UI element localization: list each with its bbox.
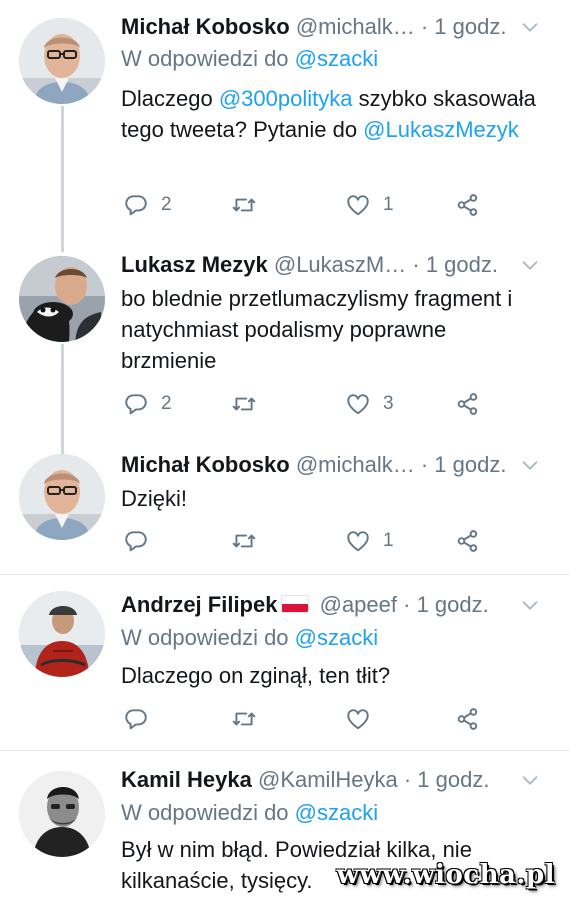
like-button[interactable]: 1 xyxy=(345,526,394,556)
retweet-button[interactable] xyxy=(231,526,257,556)
heart-icon xyxy=(345,528,371,554)
retweet-icon xyxy=(231,192,257,218)
chevron-down-icon[interactable] xyxy=(519,16,541,38)
retweet-button[interactable] xyxy=(231,389,257,419)
avatar[interactable] xyxy=(19,771,105,857)
separator-dot: · xyxy=(420,452,429,477)
chevron-down-icon[interactable] xyxy=(519,254,541,276)
mention-link[interactable]: @300polityka xyxy=(219,86,353,111)
avatar[interactable] xyxy=(19,18,105,104)
share-button[interactable] xyxy=(455,526,481,556)
author-handle[interactable]: @michalk… xyxy=(296,452,415,477)
author-handle[interactable]: @apeef xyxy=(320,592,397,617)
tweet-header: Andrzej Filipek @apeef · 1 godz. xyxy=(121,592,549,622)
share-button[interactable] xyxy=(455,190,481,220)
reply-context: W odpowiedzi do @szacki xyxy=(121,625,378,651)
tweet-header: Lukasz Mezyk @LukaszM… · 1 godz. xyxy=(121,252,549,282)
tweet-text: Dlaczego on zginął, ten tłit? xyxy=(121,663,391,688)
text-part: Dlaczego xyxy=(121,86,219,111)
reply-count: 2 xyxy=(161,194,172,215)
timestamp[interactable]: 1 godz. xyxy=(434,452,506,477)
reply-to-mention[interactable]: @szacki xyxy=(295,46,378,71)
tweet-text: Dlaczego @300polityka szybko skasowała t… xyxy=(121,83,551,145)
separator-dot: · xyxy=(412,252,420,277)
retweet-icon xyxy=(231,706,257,732)
author-name[interactable]: Michał Kobosko xyxy=(121,14,290,39)
share-button[interactable] xyxy=(455,389,481,419)
like-count: 3 xyxy=(383,393,394,414)
tweet[interactable]: Andrzej Filipek @apeef · 1 godz. W odpow… xyxy=(0,575,569,750)
chevron-down-icon[interactable] xyxy=(519,594,541,616)
reply-context: W odpowiedzi do @szacki xyxy=(121,800,378,826)
tweet-text: Dzięki! xyxy=(121,486,188,511)
like-count: 1 xyxy=(383,530,394,551)
heart-icon xyxy=(345,192,371,218)
reply-button[interactable]: 2 xyxy=(123,190,172,220)
tweet[interactable]: Lukasz Mezyk @LukaszM… · 1 godz. bo bled… xyxy=(0,240,569,440)
reply-prefix: W odpowiedzi do xyxy=(121,625,289,650)
reply-context: W odpowiedzi do @szacki xyxy=(121,46,378,72)
tweet-text: bo blednie przetlumaczylismy fragment i … xyxy=(121,286,513,373)
tweet-actions: 2 1 xyxy=(121,190,541,220)
like-button[interactable] xyxy=(345,704,371,734)
separator-dot: · xyxy=(403,592,411,617)
reply-icon xyxy=(123,192,149,218)
author-handle[interactable]: @KamilHeyka xyxy=(258,767,398,792)
reply-icon xyxy=(123,391,149,417)
tweet-actions xyxy=(121,704,541,734)
timestamp[interactable]: 1 godz. xyxy=(417,767,489,792)
reply-to-mention[interactable]: @szacki xyxy=(295,800,378,825)
author-handle[interactable]: @LukaszM… xyxy=(274,252,406,277)
heart-icon xyxy=(345,391,371,417)
chevron-down-icon[interactable] xyxy=(519,454,541,476)
poland-flag-icon xyxy=(281,595,310,613)
avatar[interactable] xyxy=(19,256,105,342)
share-icon xyxy=(455,391,481,417)
author-name[interactable]: Michał Kobosko xyxy=(121,452,290,477)
share-icon xyxy=(455,706,481,732)
reply-icon xyxy=(123,706,149,732)
tweet-actions: 1 xyxy=(121,526,541,556)
like-count: 1 xyxy=(383,194,394,215)
separator-dot: · xyxy=(420,14,429,39)
tweet[interactable]: Michał Kobosko @michalk… · 1 godz. W odp… xyxy=(0,0,569,240)
tweet[interactable]: Michał Kobosko @michalk… · 1 godz. Dzięk… xyxy=(0,440,569,574)
site-watermark: www.wiocha.pl xyxy=(336,860,555,890)
author-name[interactable]: Lukasz Mezyk xyxy=(121,252,268,277)
retweet-button[interactable] xyxy=(231,190,257,220)
timestamp[interactable]: 1 godz. xyxy=(426,252,498,277)
timestamp[interactable]: 1 godz. xyxy=(434,14,506,39)
timestamp[interactable]: 1 godz. xyxy=(417,592,489,617)
reply-prefix: W odpowiedzi do xyxy=(121,800,289,825)
retweet-icon xyxy=(231,391,257,417)
mention-link[interactable]: @LukaszMezyk xyxy=(363,117,519,142)
tweet-header: Michał Kobosko @michalk… · 1 godz. xyxy=(121,14,549,44)
chevron-down-icon[interactable] xyxy=(519,769,541,791)
reply-button[interactable] xyxy=(123,704,149,734)
author-name[interactable]: Kamil Heyka xyxy=(121,767,252,792)
share-icon xyxy=(455,528,481,554)
reply-to-mention[interactable]: @szacki xyxy=(295,625,378,650)
avatar[interactable] xyxy=(19,591,105,677)
retweet-icon xyxy=(231,528,257,554)
author-handle[interactable]: @michalk… xyxy=(296,14,415,39)
like-button[interactable]: 1 xyxy=(345,190,394,220)
separator-dot: · xyxy=(403,767,412,792)
reply-button[interactable] xyxy=(123,526,149,556)
author-name[interactable]: Andrzej Filipek xyxy=(121,592,277,617)
like-button[interactable]: 3 xyxy=(345,389,394,419)
reply-button[interactable]: 2 xyxy=(123,389,172,419)
share-icon xyxy=(455,192,481,218)
reply-count: 2 xyxy=(161,393,172,414)
heart-icon xyxy=(345,706,371,732)
share-button[interactable] xyxy=(455,704,481,734)
tweet-actions: 2 3 xyxy=(121,389,541,419)
reply-prefix: W odpowiedzi do xyxy=(121,46,289,71)
retweet-button[interactable] xyxy=(231,704,257,734)
tweet-header: Michał Kobosko @michalk… · 1 godz. xyxy=(121,452,549,482)
reply-icon xyxy=(123,528,149,554)
tweet-header: Kamil Heyka @KamilHeyka · 1 godz. xyxy=(121,767,549,797)
avatar[interactable] xyxy=(19,454,105,540)
